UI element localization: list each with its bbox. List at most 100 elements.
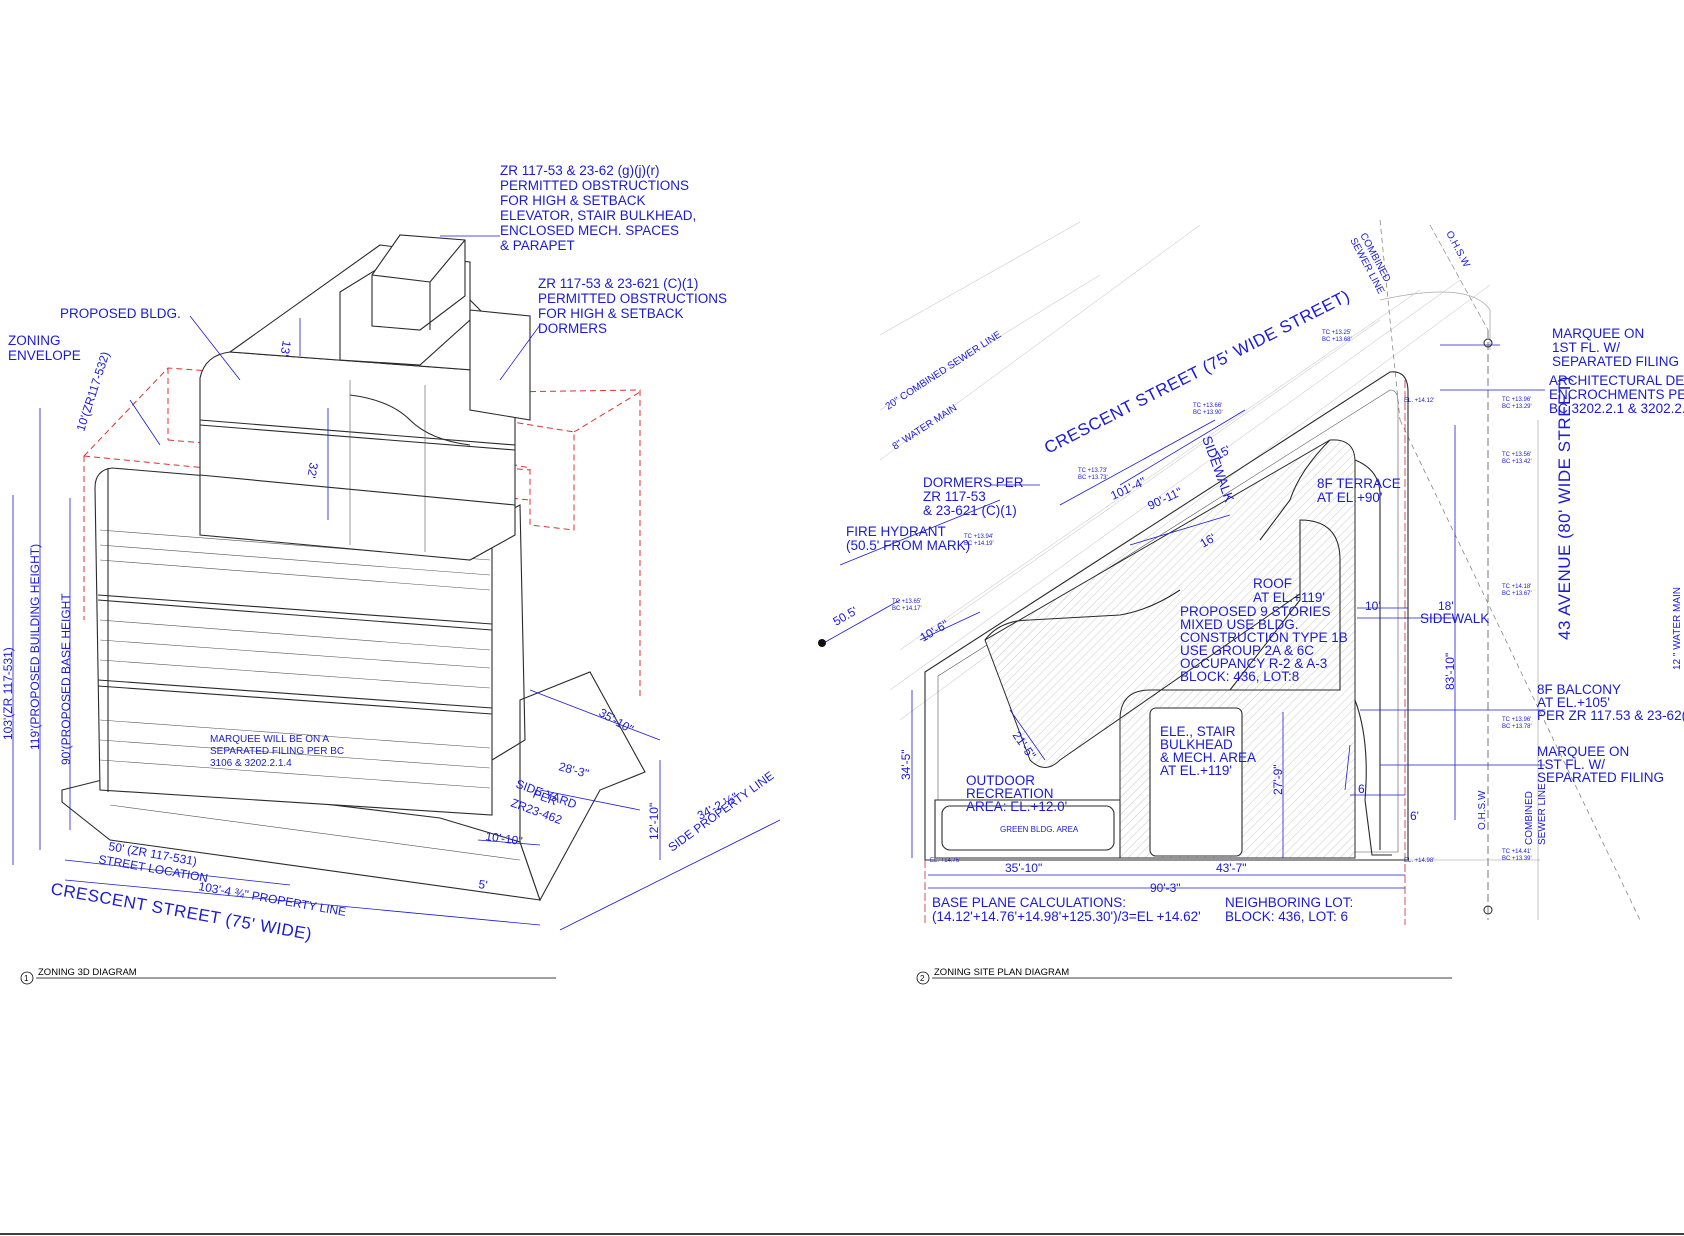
tc-2: TC +13.66'	[1193, 403, 1222, 409]
elevator-note-line-4: AT EL.+119'	[1160, 763, 1232, 778]
marquee-note-line-2: SEPARATED FILING PER BC	[210, 746, 344, 757]
dormer-note-line-2: PERMITTED OBSTRUCTIONS	[538, 291, 727, 306]
dim-6-a: 6'	[1358, 782, 1367, 796]
dormer-note-line-1: ZR 117-53 & 23-621 (C)(1)	[538, 276, 698, 291]
dim-10-6: 10'-6"	[918, 617, 951, 644]
dim-43-7: 43'-7"	[1216, 861, 1247, 875]
water-main-8-label: 8" WATER MAIN	[891, 403, 960, 453]
zoning-3d-diagram: ZR 117-53 & 23-62 (g)(j)(r) PERMITTED OB…	[1, 163, 781, 985]
dim-35-10-plan: 35'-10"	[1005, 861, 1042, 875]
tc-7: TC +13.56'	[1502, 452, 1531, 458]
roof-line-2: AT EL.+119'	[1253, 590, 1325, 605]
outdoor-rec-line-3: AREA: EL.+12.0'	[966, 799, 1067, 814]
bulkhead-note-line-6: & PARAPET	[500, 238, 575, 253]
dormers-note-line-3: & 23-621 (C)(1)	[923, 503, 1017, 518]
diagram-1-title-block: 1 ZONING 3D DIAGRAM	[20, 967, 556, 985]
diagram-2-title: ZONING SITE PLAN DIAGRAM	[934, 967, 1069, 978]
tc-9: TC +13.96'	[1502, 717, 1531, 723]
bulkhead-note-line-3: FOR HIGH & SETBACK	[500, 193, 646, 208]
tc-10: TC +14.41'	[1502, 849, 1531, 855]
bc-8: BC +13.67'	[1502, 591, 1532, 597]
dormer-note-line-3: FOR HIGH & SETBACK	[538, 306, 684, 321]
zoning-envelope-label-1: ZONING	[8, 333, 61, 348]
dormers-note-line-1: DORMERS PER	[923, 475, 1024, 490]
dim-6-b: 6'	[1410, 809, 1419, 823]
bc-9: BC +13.78'	[1502, 724, 1532, 730]
green-bldg-area-label: GREEN BLDG. AREA	[1000, 825, 1079, 834]
bc-5: BC +14.17'	[892, 606, 922, 612]
arch-detail-line-2: ENCROCHMENTS PER	[1549, 387, 1684, 402]
bc-6: BC +13.29'	[1502, 404, 1532, 410]
dim-10-ft: 10'	[1365, 599, 1381, 613]
bc-2: BC +13.90'	[1193, 410, 1223, 416]
bulkhead-note-line-1: ZR 117-53 & 23-62 (g)(j)(r)	[500, 163, 660, 178]
dim-12-10: 12'-10"	[647, 803, 661, 840]
dormers-note-line-2: ZR 117-53	[923, 489, 986, 504]
ohsw-bottom-label: O.H.S.W	[1477, 790, 1488, 830]
zoning-sheet: ZR 117-53 & 23-62 (g)(j)(r) PERMITTED OB…	[0, 163, 1684, 1235]
combined-sewer-20-label: 20" COMBINED SEWER LINE	[884, 329, 1004, 412]
dim-83-10: 83'-10"	[1443, 653, 1457, 690]
arch-detail-line-3: BC 3202.2.1 & 3202.2.1.2	[1549, 401, 1684, 416]
base-plane-line-1: BASE PLANE CALCULATIONS:	[932, 895, 1126, 910]
fire-hydrant-line-2: (50.5' FROM MARK)	[846, 538, 970, 553]
zoning-site-plan-diagram: CRESCENT STREET (75' WIDE STREET) 43 AVE…	[818, 219, 1684, 985]
bc-7: BC +13.42'	[1502, 459, 1532, 465]
diagram-1-number: 1	[24, 974, 29, 983]
tc-1: TC +13.25'	[1322, 330, 1351, 336]
balcony-note-line-3: PER ZR 117.53 & 23-62(b)	[1537, 708, 1684, 723]
dim-90-ft: 90'(PROPOSED BASE HEIGHT	[59, 593, 73, 765]
crescent-street-3d-label: CRESCENT STREET (75' WIDE)	[49, 879, 313, 944]
upper-tower-volume	[199, 351, 516, 561]
roof-line-1: ROOF	[1253, 576, 1292, 591]
arch-detail-line-1: ARCHITECTURAL DETAIL	[1549, 373, 1684, 388]
marquee-top-line-3: SEPARATED FILING	[1552, 354, 1679, 369]
diagram-2-number: 2	[920, 974, 925, 983]
building-note-line-6: BLOCK: 436, LOT:8	[1180, 669, 1299, 684]
marquee-top-line-1: MARQUEE ON	[1552, 326, 1644, 341]
tc-3: TC +13.73'	[1078, 468, 1107, 474]
dim-34-5: 34'-5"	[899, 749, 913, 780]
sidewalk-horizontal-label: SIDEWALK	[1420, 611, 1489, 626]
side-property-line-label: SIDE PROPERTY LINE	[666, 768, 777, 854]
dim-32-ft: 32'	[304, 461, 321, 479]
marquee-note-line-1: MARQUEE WILL BE ON A	[210, 734, 329, 745]
marquee-top-line-2: 1ST FL. W/	[1552, 340, 1620, 355]
combined-sewer-bottom-label-2: SEWER LINE	[1537, 783, 1548, 845]
el-14-76: EL. +14.76'	[930, 858, 960, 864]
bulkhead-note-line-5: ENCLOSED MECH. SPACES	[500, 223, 679, 238]
el-14-12: EL. +14.12'	[1404, 398, 1434, 404]
marquee-bottom-line-3: SEPARATED FILING	[1537, 770, 1664, 785]
neighbor-lot-line-2: BLOCK: 436, LOT: 6	[1225, 909, 1348, 924]
ohsw-top-label: O.H.S.W	[1443, 229, 1471, 269]
crescent-street-plan-label: CRESCENT STREET (75' WIDE STREET)	[1041, 286, 1353, 457]
tc-6: TC +13.96'	[1502, 397, 1531, 403]
tc-4: TC +13.94'	[964, 534, 993, 540]
dim-103-ft: 103'(ZR 117-531)	[1, 647, 15, 740]
bc-4: BC +14.19'	[964, 541, 994, 547]
bc-3: BC +13.73'	[1078, 475, 1108, 481]
diagram-1-title: ZONING 3D DIAGRAM	[38, 967, 137, 978]
diagram-2-title-block: 2 ZONING SITE PLAN DIAGRAM	[916, 967, 1452, 985]
dim-119-ft: 119'(PROPOSED BUILDING HEIGHT)	[28, 544, 42, 750]
dim-90-3: 90'-3"	[1150, 881, 1181, 895]
terrace-line-1: 8F TERRACE	[1317, 476, 1401, 491]
dim-27-9: 27'-9"	[1271, 764, 1285, 795]
dim-13-ft: 13'	[277, 339, 294, 357]
terrace-line-2: AT EL.+90'	[1317, 490, 1383, 505]
neighbor-lot-line-1: NEIGHBORING LOT:	[1225, 895, 1353, 910]
dormer-note-line-4: DORMERS	[538, 321, 607, 336]
tc-5: TC +13.65'	[892, 599, 921, 605]
zoning-envelope-label-2: ENVELOPE	[8, 348, 81, 363]
marquee-note-line-3: 3106 & 3202.2.1.4	[210, 758, 292, 769]
tc-8: TC +14.18'	[1502, 584, 1531, 590]
base-plane-line-2: (14.12'+14.76'+14.98'+125.30')/3=EL +14.…	[932, 909, 1201, 924]
bulkhead-note-line-2: PERMITTED OBSTRUCTIONS	[500, 178, 689, 193]
combined-sewer-bottom-label-1: COMBINED	[1524, 791, 1535, 845]
fire-hydrant-line-1: FIRE HYDRANT	[846, 524, 946, 539]
bc-1: BC +13.68'	[1322, 337, 1352, 343]
water-main-12-label: 12 " WATER MAIN	[1672, 587, 1683, 670]
dim-101-4: 101'-4"	[1108, 474, 1148, 502]
bc-10: BC +13.39'	[1502, 856, 1532, 862]
dim-18-ft: 18'	[1438, 599, 1454, 613]
